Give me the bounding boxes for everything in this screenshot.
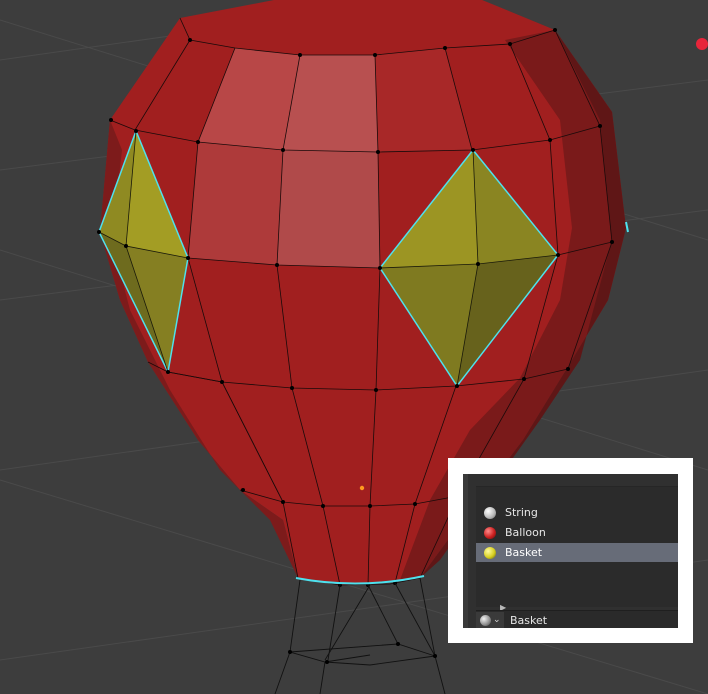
material-slot-label: String bbox=[505, 506, 538, 519]
material-sphere-icon bbox=[484, 506, 496, 519]
material-slots-panel: String Balloon Basket ▶ ⌄ Basket bbox=[463, 474, 678, 628]
chevron-down-icon: ⌄ bbox=[493, 615, 501, 625]
panel-edge bbox=[463, 474, 468, 628]
basket-wireframe[interactable] bbox=[274, 577, 446, 694]
material-slot-label: Basket bbox=[505, 546, 543, 559]
light-icon[interactable] bbox=[696, 38, 708, 50]
active-material-name-field[interactable]: Basket bbox=[510, 614, 547, 627]
material-browse-button[interactable]: ⌄ bbox=[476, 611, 504, 628]
material-sphere-icon bbox=[484, 526, 496, 539]
material-slot-label: Balloon bbox=[505, 526, 546, 539]
material-slot-basket[interactable]: Basket bbox=[476, 543, 678, 562]
object-origin bbox=[359, 485, 365, 491]
edge-selection bbox=[625, 221, 629, 233]
material-sphere-icon bbox=[484, 546, 496, 559]
material-slot-balloon[interactable]: Balloon bbox=[476, 523, 678, 542]
material-slot-list[interactable]: String Balloon Basket ▶ bbox=[476, 486, 678, 612]
3d-viewport[interactable]: String Balloon Basket ▶ ⌄ Basket bbox=[0, 0, 708, 694]
material-browse-bar: ⌄ Basket bbox=[476, 610, 678, 628]
material-slot-string[interactable]: String bbox=[476, 503, 678, 522]
material-sphere-icon bbox=[480, 614, 491, 626]
